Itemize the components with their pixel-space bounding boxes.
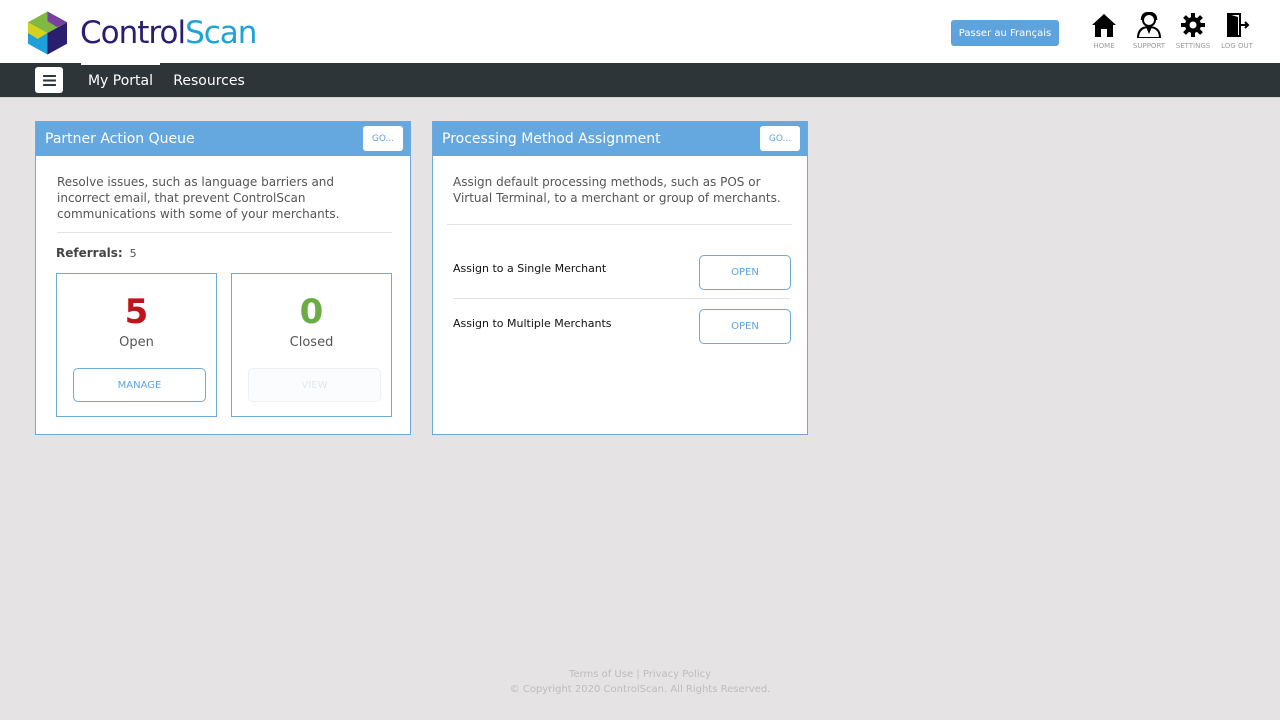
tab-my-portal[interactable]: My Portal <box>81 63 160 98</box>
terms-link[interactable]: Terms of Use <box>569 669 633 680</box>
settings-icon <box>1181 13 1205 37</box>
assign-multiple-label: Assign to Multiple Merchants <box>453 317 612 330</box>
open-count: 5 <box>124 292 149 332</box>
logout-label: LOG OUT <box>1221 42 1253 50</box>
support-nav[interactable]: SUPPORT <box>1129 12 1169 56</box>
row-divider <box>453 298 790 299</box>
partner-action-queue-card: Partner Action Queue GO... Resolve issue… <box>35 121 411 435</box>
open-referrals-box: 5 Open MANAGE <box>56 273 217 417</box>
privacy-link[interactable]: Privacy Policy <box>643 669 711 680</box>
card-title: Partner Action Queue <box>45 131 195 147</box>
footer-links: Terms of Use | Privacy Policy <box>0 667 1280 682</box>
logout-icon <box>1227 13 1250 37</box>
referrals-summary: Referrals: 5 <box>56 246 137 260</box>
divider <box>447 224 792 225</box>
assign-single-label: Assign to a Single Merchant <box>453 262 607 275</box>
language-toggle-button[interactable]: Passer au Français <box>951 20 1059 46</box>
go-button[interactable]: GO... <box>760 126 800 151</box>
logout-nav[interactable]: LOG OUT <box>1217 12 1257 56</box>
closed-count: 0 <box>299 292 324 332</box>
processing-method-card: Processing Method Assignment GO... Assig… <box>432 121 808 435</box>
referrals-label: Referrals: <box>56 246 123 260</box>
card-description: Resolve issues, such as language barrier… <box>57 175 340 221</box>
open-multiple-button[interactable]: OPEN <box>699 309 791 344</box>
open-label: Open <box>119 335 154 350</box>
settings-nav[interactable]: SETTINGS <box>1173 12 1213 56</box>
card-title: Processing Method Assignment <box>442 131 661 147</box>
closed-label: Closed <box>289 335 334 350</box>
menu-toggle-button[interactable] <box>35 67 63 93</box>
support-icon <box>1136 12 1162 38</box>
logo-cube-icon <box>27 11 68 54</box>
brand-name: ControlScan <box>80 14 257 51</box>
copyright-text: © Copyright 2020 ControlScan. All Rights… <box>509 684 771 695</box>
card-header: Processing Method Assignment GO... <box>433 122 807 156</box>
main-navbar: My Portal Resources <box>0 63 1280 98</box>
hamburger-icon <box>42 74 56 86</box>
manage-button[interactable]: MANAGE <box>73 368 206 402</box>
closed-referrals-box: 0 Closed VIEW <box>231 273 392 417</box>
open-single-button[interactable]: OPEN <box>699 255 791 290</box>
card-description: Assign default processing methods, such … <box>453 175 781 205</box>
referrals-count: 5 <box>129 247 137 260</box>
card-header: Partner Action Queue GO... <box>36 122 410 156</box>
tab-resources[interactable]: Resources <box>168 63 250 98</box>
go-button[interactable]: GO... <box>363 126 403 151</box>
controlscan-logo[interactable]: ControlScan <box>27 10 277 55</box>
view-button[interactable]: VIEW <box>248 368 381 402</box>
top-header: ControlScan Passer au Français HOME SUPP… <box>0 0 1280 63</box>
footer-separator: | <box>636 669 640 680</box>
settings-label: SETTINGS <box>1175 42 1211 50</box>
home-icon <box>1092 14 1116 37</box>
home-nav[interactable]: HOME <box>1084 12 1124 56</box>
home-label: HOME <box>1093 42 1115 50</box>
page-footer: Terms of Use | Privacy Policy © Copyrigh… <box>0 667 1280 697</box>
support-label: SUPPORT <box>1132 42 1166 50</box>
divider <box>57 232 392 233</box>
